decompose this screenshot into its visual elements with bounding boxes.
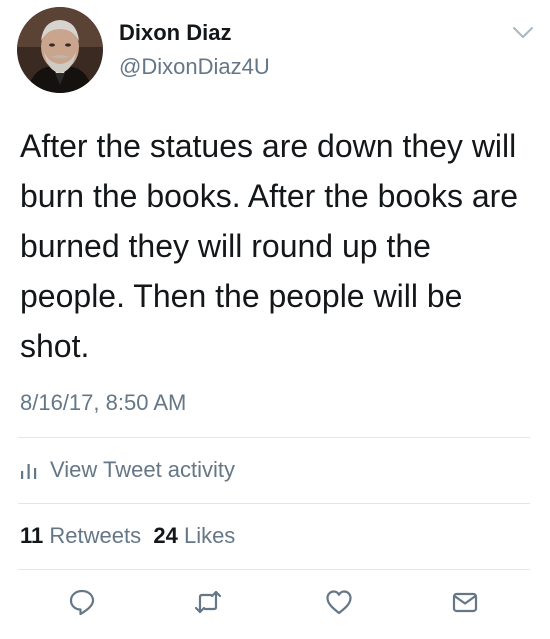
tweet-text: After the statues are down they will bur… <box>20 128 519 364</box>
heart-icon[interactable] <box>325 588 353 616</box>
user-handle[interactable]: @DixonDiaz4U <box>119 54 270 80</box>
likes-count: 24 <box>153 523 178 548</box>
retweets-label: Retweets <box>49 523 142 548</box>
profile-photo <box>17 7 103 93</box>
chevron-down-icon[interactable] <box>512 26 534 40</box>
retweets-stat[interactable]: 11 Retweets <box>20 523 141 548</box>
display-name[interactable]: Dixon Diaz <box>119 20 231 46</box>
retweet-icon[interactable] <box>194 588 222 616</box>
reply-icon[interactable] <box>68 588 96 616</box>
activity-label: View Tweet activity <box>50 457 236 482</box>
likes-label: Likes <box>183 523 236 548</box>
envelope-icon[interactable] <box>451 588 479 616</box>
retweets-count: 11 <box>20 523 44 548</box>
tweet-timestamp[interactable]: 8/16/17, 8:50 AM <box>20 390 186 416</box>
likes-stat[interactable]: 24 Likes <box>153 523 235 548</box>
bar-chart-icon <box>21 464 37 479</box>
divider <box>18 437 530 438</box>
avatar[interactable] <box>17 7 103 93</box>
divider <box>18 569 530 570</box>
tweet-stats: 11 Retweets 24 Likes <box>20 523 235 549</box>
view-tweet-activity-link[interactable]: View Tweet activity <box>20 455 235 485</box>
divider <box>18 503 530 504</box>
